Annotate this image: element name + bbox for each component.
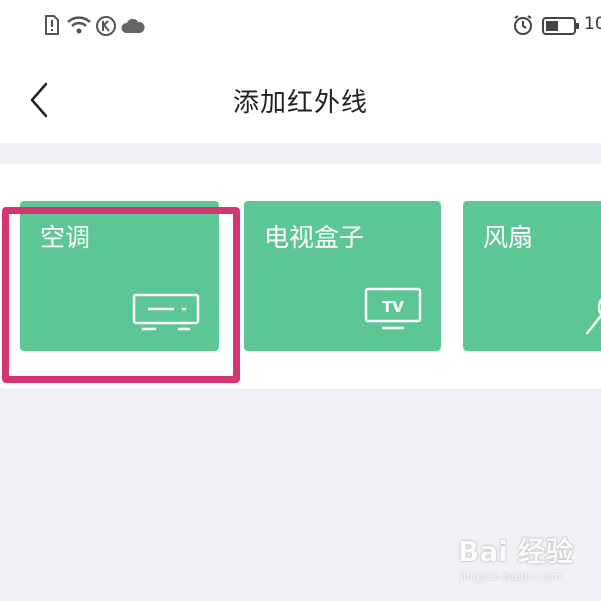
card-tv-box[interactable]: 电视盒子 TV	[244, 201, 441, 351]
air-conditioner-icon	[132, 293, 202, 337]
watermark-text: Bai 经验	[458, 535, 574, 568]
card-label: 电视盒子	[264, 223, 365, 252]
tv-icon-text: TV	[382, 298, 404, 316]
card-air-conditioner[interactable]: 空调	[20, 201, 219, 351]
card-fan[interactable]: 风扇	[463, 201, 601, 351]
page-title: 添加红外线	[232, 88, 368, 118]
card-label: 风扇	[483, 223, 534, 252]
alarm-icon	[512, 14, 534, 40]
baidu-jingyan-watermark: Bai 经验 jingyan.baidu.com	[458, 530, 598, 590]
status-bar: 10	[0, 0, 601, 48]
watermark-url: jingyan.baidu.com	[460, 570, 562, 583]
sim-alert-icon	[44, 15, 60, 39]
battery-level-text: 10	[584, 14, 601, 34]
cloud-icon	[121, 18, 145, 38]
wifi-icon	[66, 15, 92, 39]
tv-icon: TV	[364, 287, 422, 337]
fan-icon	[583, 297, 601, 341]
k-badge-icon	[95, 15, 117, 41]
card-label: 空调	[40, 223, 91, 252]
battery-icon	[542, 16, 580, 40]
